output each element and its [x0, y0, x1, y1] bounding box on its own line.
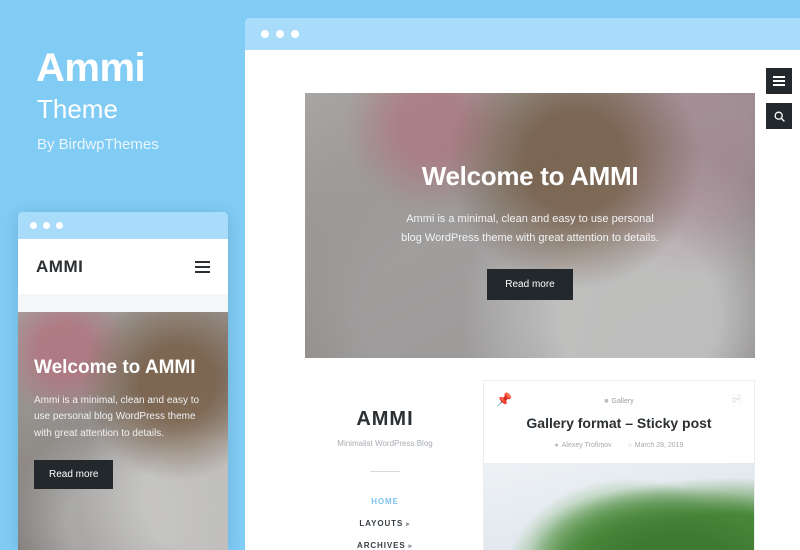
screenshot-stage: Ammi Theme By BirdwpThemes AMMI Welcome … [0, 0, 800, 550]
mobile-site-logo[interactable]: AMMI [36, 257, 83, 277]
post-category-label: Gallery [611, 398, 634, 405]
window-dot-icon[interactable] [56, 222, 63, 229]
window-dot-icon[interactable] [276, 30, 284, 38]
mobile-hero-content: Welcome to AMMI Ammi is a minimal, clean… [18, 357, 228, 490]
hero-description: Ammi is a minimal, clean and easy to use… [401, 213, 659, 245]
hero-read-more-button[interactable]: Read more [487, 268, 573, 300]
post-date-label: March 28, 2019 [634, 442, 684, 449]
mobile-preview-window: AMMI Welcome to AMMI Ammi is a minimal, … [18, 212, 228, 550]
browser-window-titlebar [245, 18, 800, 50]
folder-icon: ■ [604, 398, 609, 405]
post-author-label: Alexey Trofimov [561, 442, 612, 449]
chevron-right-icon: ▸ [408, 543, 413, 550]
window-dot-icon[interactable] [43, 222, 50, 229]
post-card[interactable]: 📌 🖻 ■ Gallery Gallery format – Sticky pos… [483, 380, 755, 550]
clock-icon: ○ [627, 442, 632, 449]
sidebar-item-layouts[interactable]: LAYOUTS ▸ [315, 519, 455, 528]
hero-section: Welcome to AMMI Ammi is a minimal, clean… [305, 93, 755, 358]
sidebar-item-label: HOME [371, 497, 399, 506]
sidebar-item-label: LAYOUTS [359, 519, 404, 528]
sidebar-nav: HOME LAYOUTS▸ ARCHIVES▸ SINGLE PAGES▸ DO… [315, 497, 455, 550]
post-author: ● Alexey Trofimov [555, 442, 612, 449]
window-dot-icon[interactable] [261, 30, 269, 38]
user-icon: ● [554, 442, 559, 449]
mobile-read-more-button[interactable]: Read more [34, 460, 114, 490]
post-category[interactable]: ■ Gallery [498, 398, 740, 405]
hero-title: Welcome to AMMI [421, 161, 639, 191]
mobile-header-spacer [18, 294, 228, 312]
sidebar-item-label: ARCHIVES [357, 541, 406, 550]
sidebar-item-archives[interactable]: ARCHIVES ▸ [315, 541, 455, 550]
promo-title: Ammi [36, 46, 146, 90]
mobile-hero-section: Welcome to AMMI Ammi is a minimal, clean… [18, 312, 228, 550]
mobile-site-header: AMMI [18, 239, 228, 294]
post-meta: ● Alexey Trofimov ○ March 28, 2019 [498, 442, 740, 449]
mobile-hero-description: Ammi is a minimal, clean and easy to use… [34, 394, 200, 439]
menu-toggle-button[interactable] [766, 68, 792, 94]
sidebar-divider [370, 471, 400, 472]
post-title[interactable]: Gallery format – Sticky post [498, 415, 740, 431]
sidebar-tagline: Minimalist WordPress Blog [337, 439, 433, 448]
promo-byline: By BirdwpThemes [37, 136, 159, 153]
floating-toolbar [766, 68, 792, 129]
site-sidebar: AMMI Minimalist WordPress Blog HOME LAYO… [305, 380, 465, 550]
promo-subtitle: Theme [37, 94, 118, 124]
hamburger-icon[interactable] [195, 260, 210, 273]
browser-viewport: Welcome to AMMI Ammi is a minimal, clean… [245, 93, 800, 550]
browser-preview-window: Welcome to AMMI Ammi is a minimal, clean… [245, 18, 800, 550]
content-columns: AMMI Minimalist WordPress Blog HOME LAYO… [305, 380, 755, 550]
post-date: ○ March 28, 2019 [628, 442, 684, 449]
post-featured-image [484, 463, 754, 550]
pushpin-icon: 📌 [496, 392, 513, 407]
sidebar-item-home[interactable]: HOME [315, 497, 455, 506]
sidebar-site-logo[interactable]: AMMI [315, 408, 455, 431]
window-dot-icon[interactable] [30, 222, 37, 229]
hamburger-icon [773, 76, 785, 86]
search-icon [774, 111, 785, 122]
image-format-icon: 🖻 [731, 393, 742, 408]
window-dot-icon[interactable] [291, 30, 299, 38]
mobile-window-titlebar [18, 212, 228, 239]
mobile-hero-title: Welcome to AMMI [34, 357, 196, 378]
search-button[interactable] [766, 103, 792, 129]
post-header: 📌 🖻 ■ Gallery Gallery format – Sticky pos… [484, 381, 754, 463]
hero-content: Welcome to AMMI Ammi is a minimal, clean… [305, 161, 755, 300]
chevron-right-icon: ▸ [406, 521, 411, 528]
